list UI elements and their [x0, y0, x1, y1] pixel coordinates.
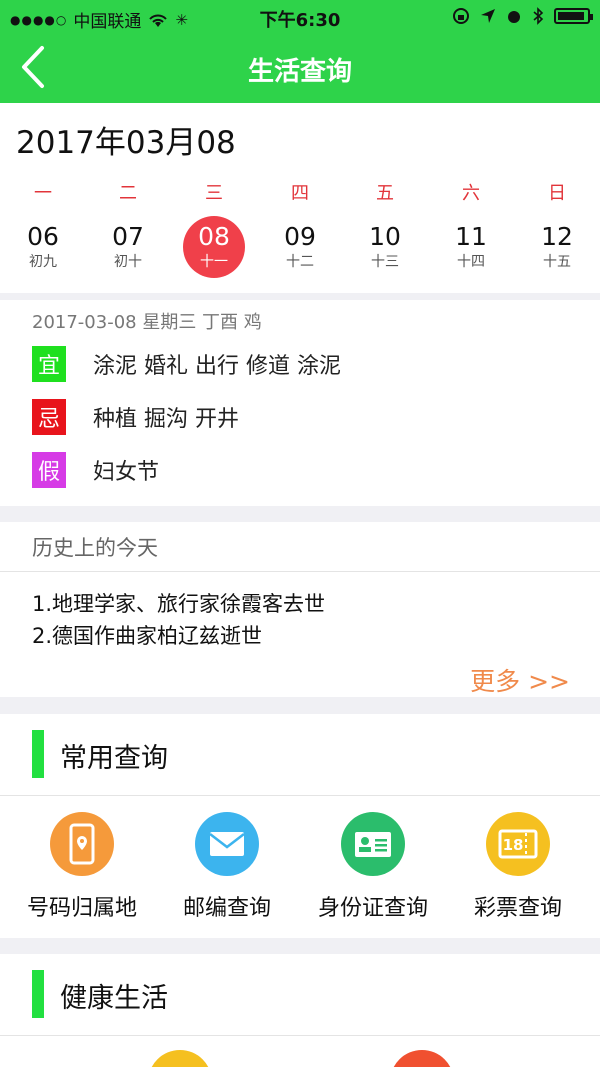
location-arrow-icon: [481, 9, 495, 23]
phone-location-icon: [50, 812, 114, 876]
weekday-label: 日: [548, 183, 566, 204]
section-title: 常用查询: [60, 743, 168, 774]
health-item-icon[interactable]: [148, 1050, 212, 1067]
section-title: 健康生活: [60, 983, 168, 1014]
status-bar: ●●●●○ 中国联通 ✳ 下午6:30: [0, 0, 600, 34]
avoid-text: 种植 掘沟 开井: [93, 407, 239, 432]
almanac-panel: 2017-03-08 星期三 丁酉 鸡 宜 涂泥 婚礼 出行 修道 涂泥 忌 种…: [0, 300, 600, 506]
query-label: 彩票查询: [473, 896, 562, 921]
day-number: 10: [369, 222, 401, 251]
query-lottery[interactable]: 18 彩票查询: [443, 812, 593, 932]
envelope-icon: [195, 812, 259, 876]
lottery-ticket-icon: 18: [486, 812, 550, 876]
health-item-icon[interactable]: [390, 1050, 454, 1067]
history-item: 2.德国作曲家柏辽兹逝世: [32, 624, 263, 648]
holiday-text: 妇女节: [93, 460, 160, 485]
history-title: 历史上的今天: [32, 536, 158, 560]
almanac-row-avoid: 忌 种植 掘沟 开井: [32, 398, 239, 436]
bluetooth-icon: [533, 7, 544, 25]
lunar-date: 十一: [200, 254, 228, 270]
week-days-row: 06 初九 07 初十 08 十一 09 十二 10 十三 11 十四 12 十…: [0, 216, 600, 282]
common-queries-grid: 号码归属地 邮编查询 身份证查询 18 彩票查询: [0, 796, 600, 938]
lunar-date: 十五: [543, 254, 571, 270]
query-label: 邮编查询: [182, 896, 271, 921]
query-id-card[interactable]: 身份证查询: [298, 812, 448, 932]
orientation-lock-icon: [453, 8, 469, 24]
day-number: 09: [284, 222, 316, 251]
almanac-date-info: 2017-03-08 星期三 丁酉 鸡: [32, 312, 262, 333]
suitable-text: 涂泥 婚礼 出行 修道 涂泥: [93, 354, 341, 379]
nav-bar: 生活查询: [0, 34, 600, 103]
suitable-tag: 宜: [32, 346, 66, 382]
query-label: 号码归属地: [26, 896, 137, 921]
health-life-header: 健康生活: [0, 954, 600, 1036]
lunar-date: 初十: [114, 254, 142, 270]
avoid-tag: 忌: [32, 399, 66, 435]
calendar-day[interactable]: 12 十五: [514, 216, 600, 280]
holiday-tag: 假: [32, 452, 66, 488]
lunar-date: 十三: [371, 254, 399, 270]
lunar-date: 十四: [457, 254, 485, 270]
weekday-label: 二: [119, 183, 137, 204]
day-number: 06: [27, 222, 59, 251]
section-accent-bar: [32, 970, 44, 1018]
almanac-row-suitable: 宜 涂泥 婚礼 出行 修道 涂泥: [32, 345, 341, 383]
calendar-day[interactable]: 09 十二: [257, 216, 343, 280]
calendar-day[interactable]: 06 初九: [0, 216, 86, 280]
weekday-label: 三: [205, 183, 223, 204]
history-item: 1.地理学家、旅行家徐霞客去世: [32, 592, 326, 616]
divider: [0, 571, 600, 572]
calendar-day-selected[interactable]: 08 十一: [171, 216, 257, 280]
health-life-grid: [0, 1036, 600, 1067]
weekday-label: 四: [291, 183, 309, 204]
day-number: 08: [198, 222, 230, 251]
day-number: 12: [541, 222, 573, 251]
day-number: 11: [455, 222, 487, 251]
lunar-date: 初九: [29, 254, 57, 270]
weekday-label: 六: [462, 183, 480, 204]
page-title: 生活查询: [247, 57, 352, 87]
common-queries-header: 常用查询: [0, 714, 600, 796]
almanac-row-holiday: 假 妇女节: [32, 451, 159, 489]
section-accent-bar: [32, 730, 44, 778]
top-bar: ●●●●○ 中国联通 ✳ 下午6:30 生活查询: [0, 0, 600, 103]
calendar-date-title: 2017年03月08: [16, 125, 236, 161]
lunar-date: 十二: [286, 254, 314, 270]
history-today-panel: 历史上的今天 1.地理学家、旅行家徐霞客去世 2.德国作曲家柏辽兹逝世 更多 >…: [0, 522, 600, 697]
weekday-label: 一: [34, 183, 52, 204]
id-card-icon: [341, 812, 405, 876]
weekday-header: 一 二 三 四 五 六 日: [0, 179, 600, 209]
query-label: 身份证查询: [317, 896, 428, 921]
day-number: 07: [112, 222, 144, 251]
calendar-day[interactable]: 11 十四: [428, 216, 514, 280]
query-phone-location[interactable]: 号码归属地: [7, 812, 157, 932]
battery-icon: [554, 8, 593, 24]
more-link[interactable]: 更多 >>: [470, 662, 570, 698]
alarm-icon: [508, 11, 520, 23]
calendar-panel: 2017年03月08 一 二 三 四 五 六 日 06 初九 07 初十 08 …: [0, 103, 600, 293]
svg-text:18: 18: [503, 836, 524, 854]
weekday-label: 五: [376, 183, 394, 204]
calendar-day[interactable]: 07 初十: [85, 216, 171, 280]
calendar-day[interactable]: 10 十三: [342, 216, 428, 280]
query-postcode[interactable]: 邮编查询: [152, 812, 302, 932]
